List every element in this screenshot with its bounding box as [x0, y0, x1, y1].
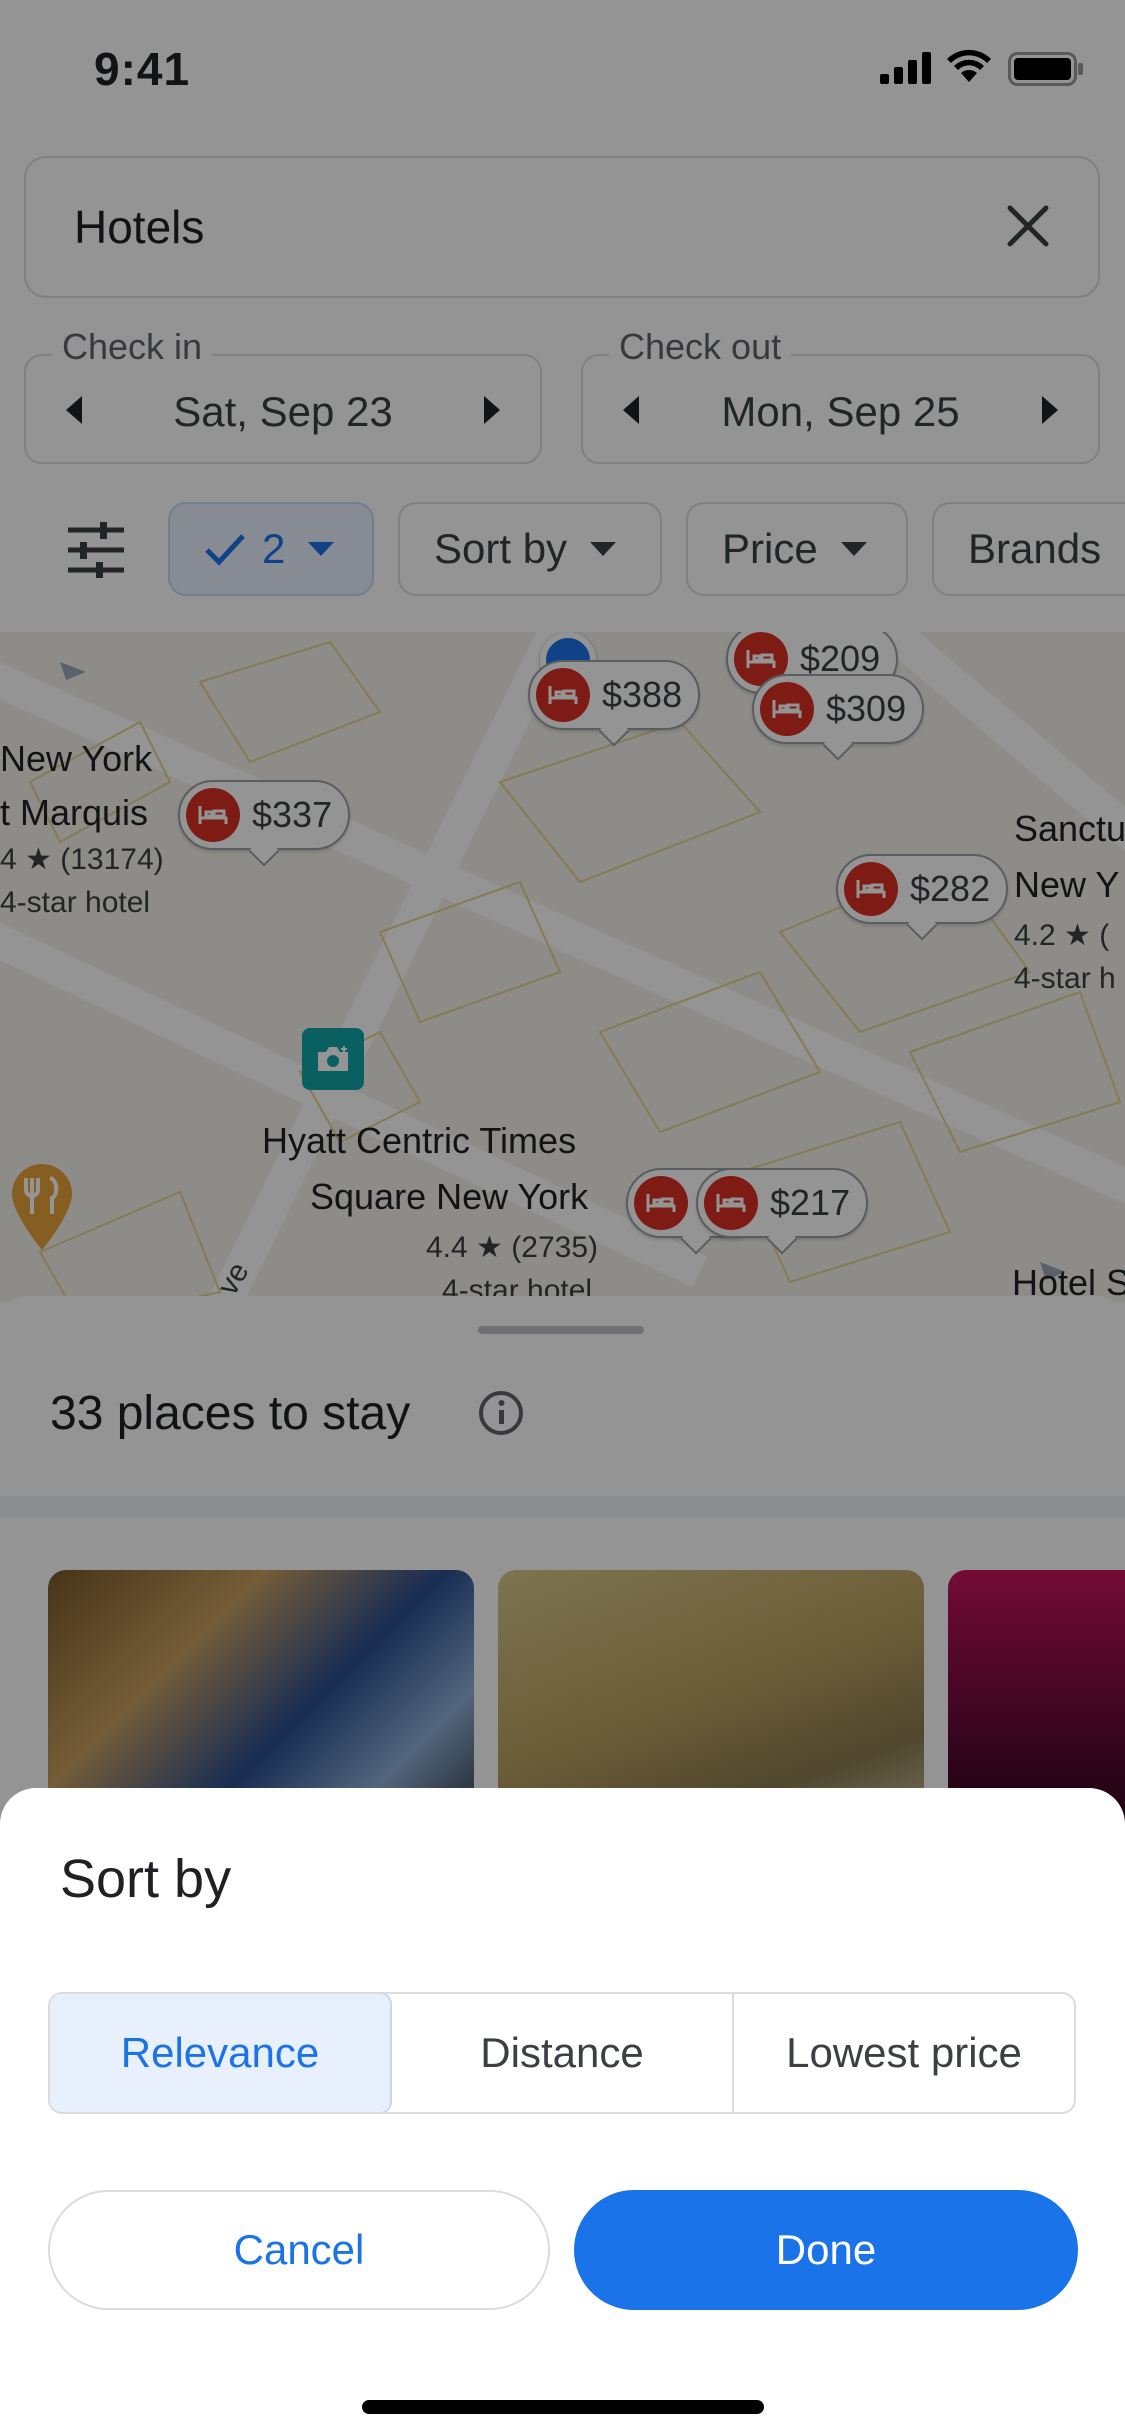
- cancel-button[interactable]: Cancel: [48, 2190, 550, 2310]
- sort-option-relevance[interactable]: Relevance: [50, 1994, 392, 2112]
- sort-by-sheet: Sort by Relevance Distance Lowest price …: [0, 1788, 1125, 2436]
- sort-option-lowest-price[interactable]: Lowest price: [734, 1994, 1074, 2112]
- sort-options: Relevance Distance Lowest price: [48, 1992, 1076, 2114]
- sort-option-distance[interactable]: Distance: [392, 1994, 734, 2112]
- done-button[interactable]: Done: [574, 2190, 1078, 2310]
- sort-sheet-title: Sort by: [60, 1849, 232, 1909]
- home-indicator[interactable]: [362, 2400, 764, 2414]
